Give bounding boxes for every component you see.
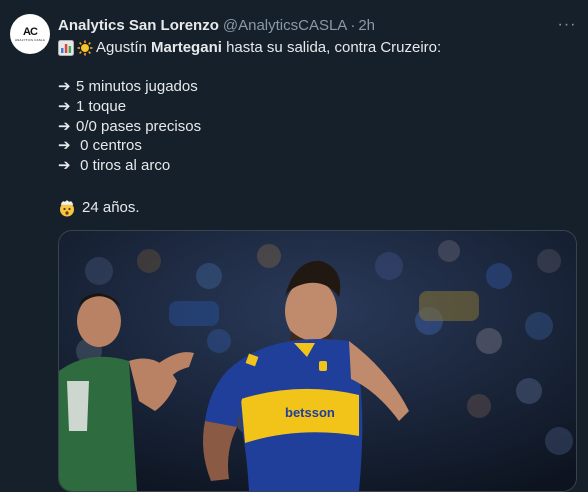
- stat-line: ➔ 0 centros: [58, 136, 142, 156]
- author-name[interactable]: Analytics San Lorenzo: [58, 17, 219, 34]
- arrow-icon: ➔: [58, 98, 71, 115]
- stat-text: 5 minutos jugados: [76, 78, 198, 95]
- svg-text:betsson: betsson: [285, 405, 335, 420]
- tweet-time[interactable]: 2h: [358, 17, 375, 34]
- tweet-text-line1: Agustín Martegani hasta su salida, contr…: [58, 38, 441, 58]
- arrow-icon: ➔: [58, 118, 71, 135]
- avatar-logo-subtext: ANALYTICS CASLA: [14, 37, 46, 42]
- sun-icon: [77, 40, 93, 56]
- bar-chart-icon: [58, 40, 74, 56]
- player-name: Martegani: [151, 39, 222, 56]
- stat-line: ➔ 5 minutos jugados: [58, 77, 198, 97]
- stat-text: 0 tiros al arco: [76, 157, 171, 174]
- separator-dot: ·: [350, 16, 356, 34]
- match-photo: betsson: [59, 231, 576, 491]
- avatar[interactable]: AC ANALYTICS CASLA: [10, 14, 50, 54]
- tweet[interactable]: AC ANALYTICS CASLA Analytics San Lorenzo…: [0, 0, 588, 492]
- age-text: 24 años.: [82, 199, 140, 216]
- stat-text: 0 centros: [76, 137, 142, 154]
- arrow-icon: ➔: [58, 157, 71, 174]
- age-line: 24 años.: [58, 198, 140, 218]
- author-handle[interactable]: @AnalyticsCASLA: [223, 17, 347, 34]
- tweet-photo[interactable]: betsson: [58, 230, 577, 492]
- exploding-head-icon: [60, 200, 74, 217]
- text-prefix: Agustín: [96, 39, 152, 56]
- stat-text: 1 toque: [76, 98, 127, 115]
- stat-text: 0/0 pases precisos: [76, 118, 202, 135]
- arrow-icon: ➔: [58, 78, 71, 95]
- arrow-icon: ➔: [58, 137, 71, 154]
- more-options-icon[interactable]: ···: [556, 14, 578, 36]
- stat-line: ➔ 0 tiros al arco: [58, 156, 170, 176]
- stat-line: ➔ 0/0 pases precisos: [58, 117, 201, 137]
- tweet-header: Analytics San Lorenzo @AnalyticsCASLA · …: [58, 15, 375, 35]
- stat-line: ➔ 1 toque: [58, 97, 126, 117]
- avatar-logo-text: AC: [23, 25, 38, 38]
- text-suffix: hasta su salida, contra Cruzeiro:: [221, 39, 442, 56]
